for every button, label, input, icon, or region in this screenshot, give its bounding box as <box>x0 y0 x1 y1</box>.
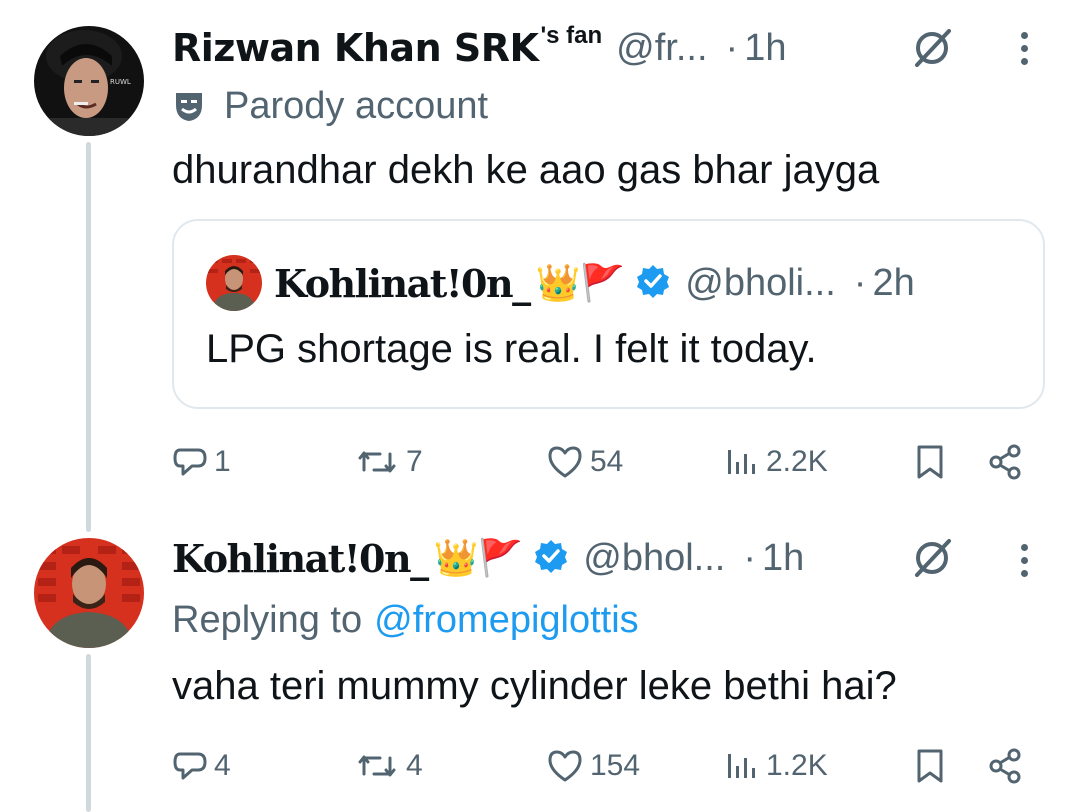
bookmark-icon[interactable] <box>910 440 950 484</box>
display-name[interactable]: Rizwan Khan SRK <box>172 26 539 70</box>
parody-label-text: Parody account <box>224 84 489 127</box>
tweet-text: dhurandhar dekh ke aao gas bhar jayga <box>172 148 880 192</box>
grok-icon[interactable] <box>908 534 956 582</box>
timestamp[interactable]: 1h <box>762 537 804 580</box>
tweet-header: Rizwan Khan SRK 's fan @fr... · 1h <box>172 18 786 78</box>
quoted-timestamp: 2h <box>872 261 915 304</box>
quoted-tweet-card[interactable]: Kohlinat!0n_ 👑🚩 @bholi... · 2h LPG short… <box>172 219 1045 409</box>
tweet-header: Kohlinat!0n_ 👑🚩 @bhol... · 1h <box>172 528 804 588</box>
timestamp[interactable]: 1h <box>744 27 786 70</box>
verified-badge-icon <box>635 263 671 304</box>
reply-button[interactable]: 4 <box>172 744 231 788</box>
repost-button[interactable]: 4 <box>356 744 423 788</box>
like-count: 154 <box>590 749 641 782</box>
like-button[interactable]: 54 <box>546 440 623 484</box>
replying-to-label: Replying to <box>172 598 363 641</box>
thread-line <box>86 142 91 532</box>
views-button[interactable]: 2.2K <box>726 440 828 484</box>
reply-count: 4 <box>214 749 231 782</box>
avatar[interactable]: RUWL <box>34 26 144 136</box>
verified-badge-icon[interactable] <box>533 538 569 579</box>
thread-line <box>86 654 91 812</box>
avatar[interactable] <box>34 538 144 648</box>
views-button[interactable]: 1.2K <box>726 744 828 788</box>
replying-to: Replying to @fromepiglottis <box>172 592 639 648</box>
like-count: 54 <box>590 445 624 478</box>
name-emojis: 👑🚩 <box>433 537 524 578</box>
user-handle[interactable]: @bhol... <box>583 537 725 580</box>
display-name[interactable]: Kohlinat!0n_ <box>172 536 429 581</box>
replying-to-handle[interactable]: @fromepiglottis <box>374 599 639 642</box>
parody-mask-icon <box>172 89 206 123</box>
grok-icon[interactable] <box>908 24 956 72</box>
quoted-name-emojis: 👑🚩 <box>535 262 626 303</box>
separator-dot: · <box>853 261 867 304</box>
view-count: 2.2K <box>766 445 828 478</box>
quoted-header: Kohlinat!0n_ 👑🚩 @bholi... · 2h <box>274 253 915 313</box>
bookmark-icon[interactable] <box>910 744 950 788</box>
reply-count: 1 <box>214 445 231 478</box>
separator-dot: · <box>743 536 756 579</box>
tweet-text: vaha teri mummy cylinder leke bethi hai? <box>172 664 897 708</box>
display-name-suffix[interactable]: 's fan <box>540 22 602 50</box>
reply-button[interactable]: 1 <box>172 440 231 484</box>
parody-label: Parody account <box>172 78 488 134</box>
repost-button[interactable]: 7 <box>356 440 423 484</box>
svg-text:RUWL: RUWL <box>110 78 131 86</box>
more-options-icon[interactable] <box>1020 32 1028 65</box>
like-button[interactable]: 154 <box>546 744 640 788</box>
share-icon[interactable] <box>984 440 1028 484</box>
quoted-handle: @bholi... <box>685 261 836 304</box>
more-options-icon[interactable] <box>1020 544 1028 577</box>
share-icon[interactable] <box>984 744 1028 788</box>
view-count: 1.2K <box>766 749 828 782</box>
quoted-text: LPG shortage is real. I felt it today. <box>206 327 817 371</box>
quoted-display-name: Kohlinat!0n_ <box>274 260 531 306</box>
quoted-avatar <box>206 255 262 311</box>
user-handle[interactable]: @fr... <box>616 27 707 70</box>
separator-dot: · <box>725 26 739 69</box>
repost-count: 4 <box>406 749 423 782</box>
repost-count: 7 <box>406 445 423 478</box>
